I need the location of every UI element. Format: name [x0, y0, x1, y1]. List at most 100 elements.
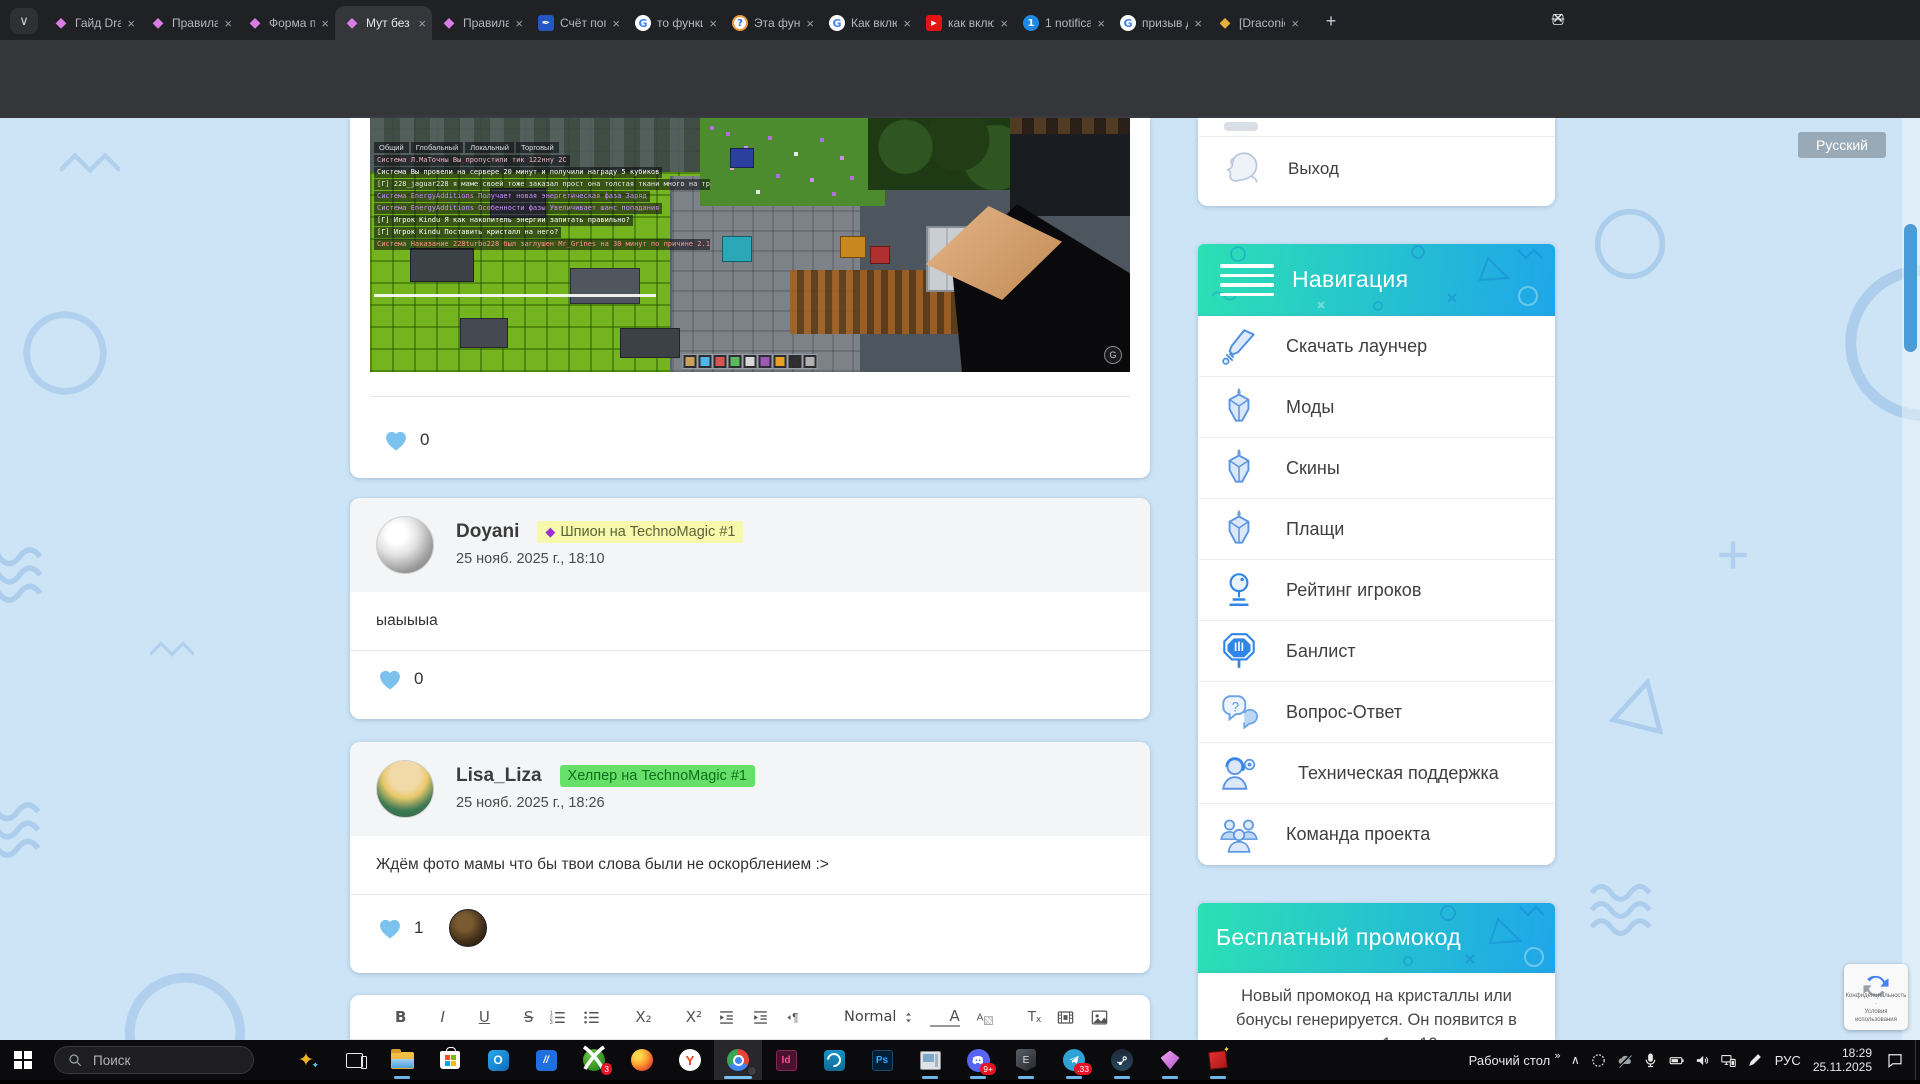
editor-toolbar-button[interactable]: B [376, 1005, 406, 1029]
notification-center-icon[interactable] [1886, 1051, 1904, 1069]
browser-tab[interactable]: Мут без пр × [335, 6, 432, 40]
taskbar-app-icon[interactable] [426, 1040, 474, 1080]
like-heart-icon[interactable] [382, 426, 410, 454]
editor-toolbar-button[interactable]: A [930, 1007, 959, 1027]
tray-icon[interactable] [1590, 1052, 1607, 1069]
nav-menu-item[interactable]: Плащи [1198, 499, 1555, 560]
taskbar-app-icon[interactable] [666, 1040, 714, 1080]
taskbar-app-icon[interactable]: 9+ [954, 1040, 1002, 1080]
editor-toolbar-button[interactable]: ¶ [785, 1005, 804, 1029]
taskbar-app-icon[interactable] [618, 1040, 666, 1080]
browser-tab[interactable]: Счёт попо × [529, 6, 626, 40]
like-heart-icon[interactable] [376, 665, 404, 693]
tab-close-icon[interactable]: × [1194, 16, 1202, 31]
browser-tab[interactable]: призыв др × [1111, 6, 1208, 40]
taskbar-app-icon[interactable] [378, 1040, 426, 1080]
window-control-button[interactable]: ✕ [1528, 0, 1588, 38]
taskbar-app-icon[interactable] [810, 1040, 858, 1080]
tray-icon[interactable] [1720, 1052, 1737, 1069]
browser-tab[interactable]: как включ × [917, 6, 1014, 40]
editor-toolbar-button[interactable] [751, 1005, 770, 1029]
taskbar-app-icon[interactable] [1002, 1040, 1050, 1080]
tray-icon[interactable] [1668, 1052, 1685, 1069]
editor-toolbar-button[interactable]: X₂ [616, 1005, 651, 1029]
tab-close-icon[interactable]: × [806, 16, 814, 31]
tab-close-icon[interactable]: × [1291, 16, 1299, 31]
browser-tab[interactable]: Гайд Drac × [44, 6, 141, 40]
taskbar-app-icon[interactable] [1194, 1040, 1242, 1080]
editor-toolbar-button[interactable]: I [421, 1005, 444, 1029]
editor-toolbar-button[interactable] [717, 1005, 736, 1029]
editor-toolbar-button[interactable] [582, 1005, 601, 1029]
minecraft-screenshot[interactable]: ОбщийГлобальныйЛокальныйТорговый Система… [370, 118, 1130, 372]
tab-close-icon[interactable]: × [709, 16, 717, 31]
taskbar-clock[interactable]: 18:29 25.11.2025 [1813, 1046, 1872, 1074]
editor-toolbar-button[interactable]: S [505, 1005, 534, 1029]
nav-menu-item[interactable]: Моды [1198, 377, 1555, 438]
recaptcha-badge[interactable]: Конфиденциальность ·Условия использовани… [1844, 964, 1908, 1030]
browser-tab[interactable]: 1 notificati × [1014, 6, 1111, 40]
nav-menu-item[interactable]: Рейтинг игроков [1198, 560, 1555, 621]
scrollbar-thumb[interactable] [1904, 224, 1917, 352]
taskbar-app-icon[interactable] [330, 1040, 378, 1080]
keyboard-language[interactable]: РУС [1775, 1053, 1801, 1068]
editor-toolbar-button[interactable]: A [975, 1005, 994, 1029]
logout-item[interactable]: Выход [1224, 148, 1339, 190]
editor-toolbar-button[interactable]: 123 [548, 1005, 567, 1029]
editor-toolbar-button[interactable] [1090, 1005, 1109, 1029]
browser-tab[interactable]: Правила и × [141, 6, 238, 40]
nav-menu-item[interactable]: Скины [1198, 438, 1555, 499]
tab-close-icon[interactable]: × [1000, 16, 1008, 31]
taskbar-app-icon[interactable]: .33 [1050, 1040, 1098, 1080]
nav-menu-item[interactable]: Техническая поддержка [1198, 743, 1555, 804]
taskbar-search[interactable]: Поиск [54, 1046, 254, 1074]
nav-menu-item[interactable]: Команда проекта [1198, 804, 1555, 865]
browser-tab[interactable]: Как включ × [820, 6, 917, 40]
start-button[interactable] [14, 1051, 32, 1069]
post-author[interactable]: Doyani [456, 521, 519, 543]
tab-close-icon[interactable]: × [1097, 16, 1105, 31]
editor-toolbar-button[interactable]: U [460, 1005, 490, 1029]
tab-close-icon[interactable]: × [224, 16, 232, 31]
like-heart-icon[interactable] [376, 914, 404, 942]
tab-close-icon[interactable]: × [612, 16, 620, 31]
browser-tab[interactable]: Эта функц × [723, 6, 820, 40]
show-desktop-button[interactable] [1915, 1040, 1920, 1080]
avatar[interactable] [376, 516, 434, 574]
tab-close-icon[interactable]: × [127, 16, 135, 31]
tab-search-button[interactable]: ∨ [10, 8, 38, 34]
tray-chevron-icon[interactable]: ∧ [1571, 1053, 1580, 1067]
taskbar-app-icon[interactable] [474, 1040, 522, 1080]
language-button[interactable]: Русский [1798, 132, 1886, 158]
nav-menu-item[interactable]: Банлист [1198, 621, 1555, 682]
taskbar-app-icon[interactable] [1146, 1040, 1194, 1080]
avatar[interactable] [376, 760, 434, 818]
tab-close-icon[interactable]: × [418, 16, 426, 31]
browser-tab[interactable]: то функци × [626, 6, 723, 40]
taskbar-app-icon[interactable] [762, 1040, 810, 1080]
taskbar-app-icon[interactable] [282, 1040, 330, 1080]
browser-tab[interactable]: Форма по × [238, 6, 335, 40]
tab-close-icon[interactable]: × [321, 16, 329, 31]
liker-avatar[interactable] [449, 909, 487, 947]
tab-close-icon[interactable]: × [515, 16, 523, 31]
taskbar-app-icon[interactable]: 3 [570, 1040, 618, 1080]
taskbar-app-icon[interactable] [906, 1040, 954, 1080]
tray-icon[interactable] [1746, 1052, 1763, 1069]
editor-toolbar-button[interactable]: X² [667, 1005, 702, 1029]
tray-icon[interactable] [1616, 1052, 1633, 1069]
post-author[interactable]: Lisa_Liza [456, 765, 542, 787]
tray-icon[interactable] [1694, 1052, 1711, 1069]
editor-toolbar-button[interactable] [1056, 1005, 1075, 1029]
nav-menu-item[interactable]: Скачать лаунчер [1198, 316, 1555, 377]
taskbar-app-icon[interactable] [522, 1040, 570, 1080]
tab-close-icon[interactable]: × [903, 16, 911, 31]
new-tab-button[interactable]: + [1318, 8, 1344, 34]
taskbar-app-icon[interactable] [714, 1040, 762, 1080]
browser-tab[interactable]: [Draconic × [1208, 6, 1305, 40]
taskbar-app-icon[interactable] [858, 1040, 906, 1080]
taskbar-app-icon[interactable] [1098, 1040, 1146, 1080]
editor-toolbar-button[interactable]: Normal [819, 1005, 915, 1029]
browser-tab[interactable]: Правила и × [432, 6, 529, 40]
desktop-toolbar-label[interactable]: Рабочий стол [1469, 1053, 1551, 1068]
